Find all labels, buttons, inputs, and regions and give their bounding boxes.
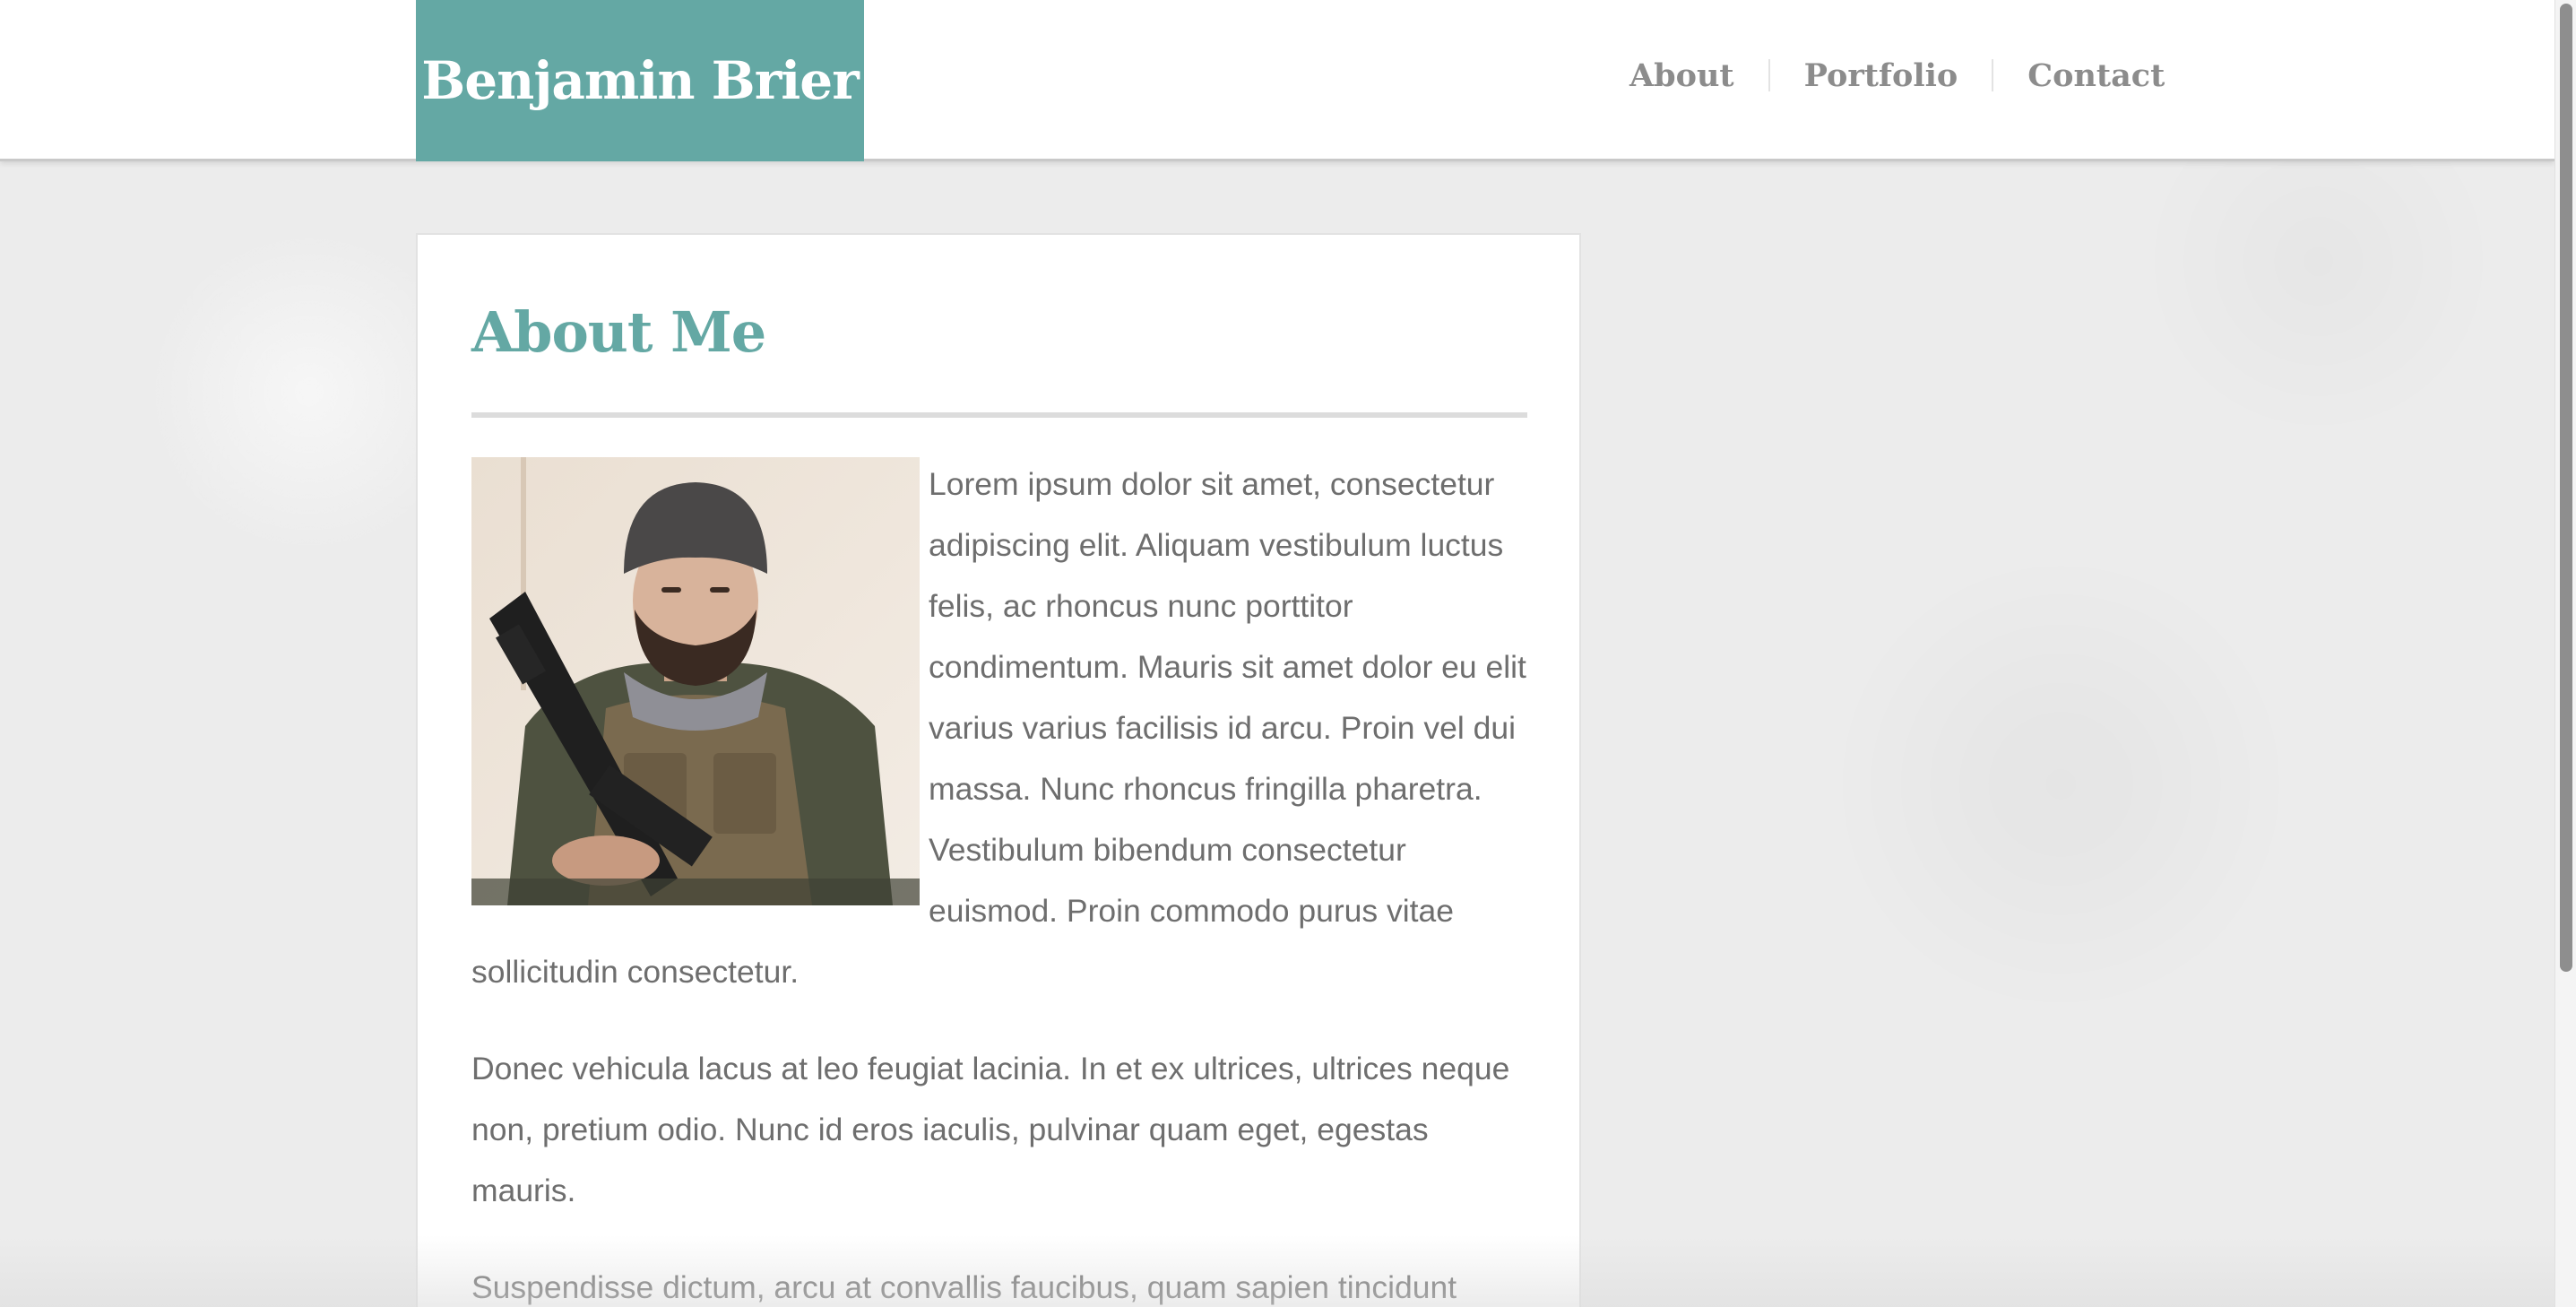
nav-link-contact[interactable]: Contact — [1993, 57, 2199, 94]
profile-photo — [471, 457, 920, 905]
main-nav: About Portfolio Contact — [1595, 0, 2199, 151]
nav-link-portfolio[interactable]: Portfolio — [1770, 57, 1993, 94]
paragraph: Donec vehicula lacus at leo feugiat laci… — [471, 1051, 1510, 1208]
vertical-scrollbar[interactable] — [2554, 0, 2576, 1307]
nav-link-about[interactable]: About — [1595, 57, 1768, 94]
about-card: About Me Lorem ipsum dolor sit amet, con… — [416, 233, 1581, 1307]
about-content: Lorem ipsum dolor sit amet, consectetur … — [471, 454, 1531, 1307]
site-header: Benjamin Brier About Portfolio Contact — [0, 0, 2554, 161]
page-title: About Me — [471, 299, 766, 365]
paragraph: Suspendisse dictum, arcu at convallis fa… — [471, 1269, 1457, 1305]
portrait-illustration — [471, 457, 920, 905]
brand-name[interactable]: Benjamin Brier — [421, 50, 859, 111]
scrollbar-thumb[interactable] — [2560, 4, 2572, 972]
site-logo[interactable]: Benjamin Brier — [416, 0, 864, 161]
title-divider — [471, 412, 1527, 418]
